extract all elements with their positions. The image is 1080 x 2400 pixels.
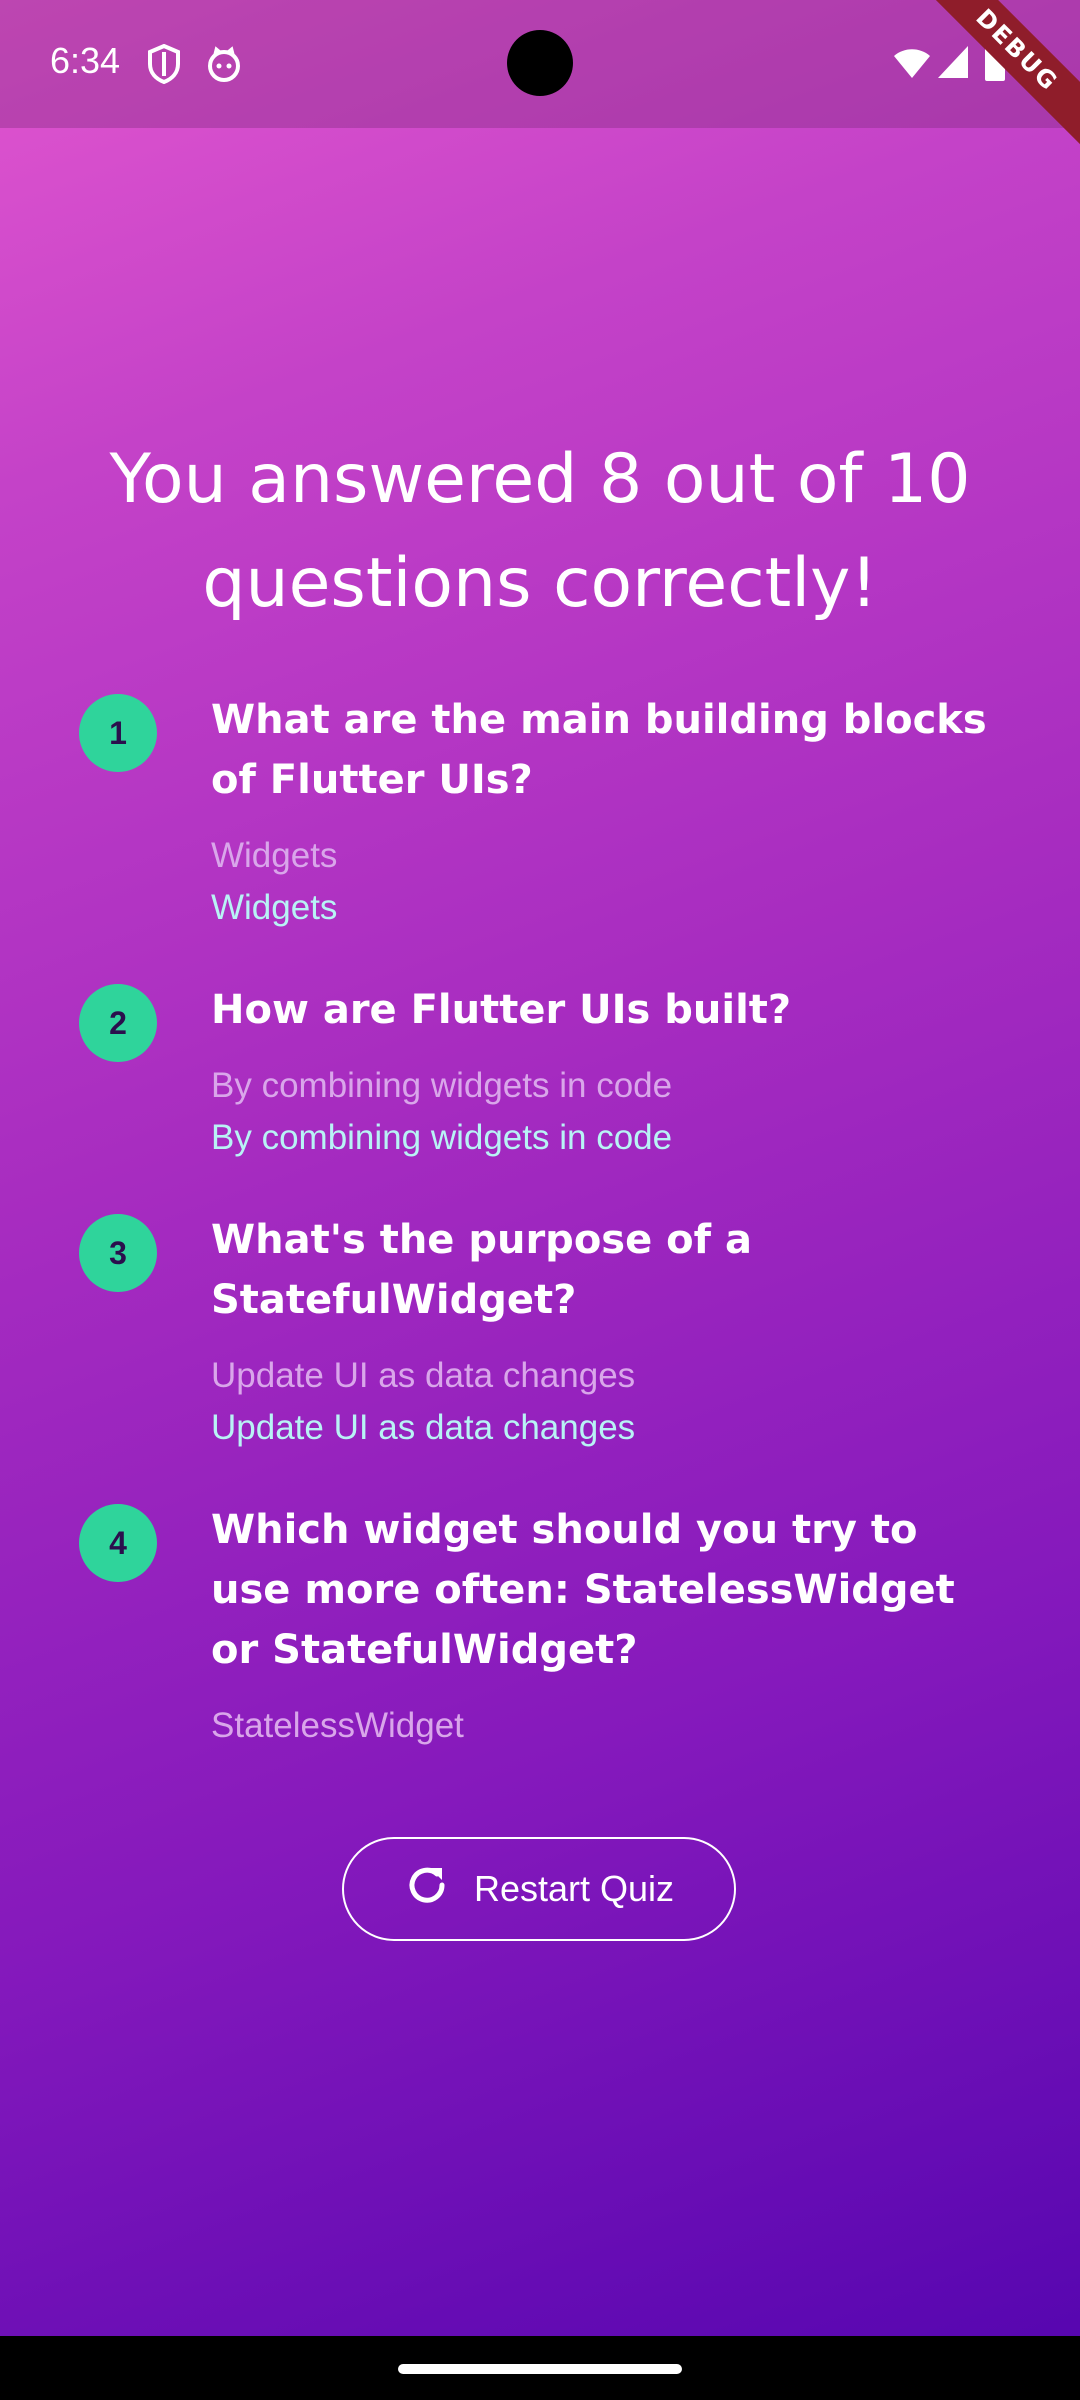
cat-icon <box>206 44 242 89</box>
results-headline: You answered 8 out of 10 questions corre… <box>109 439 971 623</box>
question-number-badge: 3 <box>79 1214 157 1292</box>
refresh-icon <box>404 1862 450 1917</box>
correct-answer: By combining widgets in code <box>211 1118 673 1157</box>
summary-item: 3 What's the purpose of a StatefulWidget… <box>0 1210 1080 1454</box>
summary-item: 4 Which widget should you try to use mor… <box>0 1500 1080 1752</box>
question-text: How are Flutter UIs built? <box>211 987 792 1033</box>
home-gesture-handle[interactable] <box>398 2364 682 2374</box>
question-number-badge: 4 <box>79 1504 157 1582</box>
user-answer: By combining widgets in code <box>211 1066 673 1105</box>
restart-quiz-button[interactable]: Restart Quiz <box>342 1837 736 1941</box>
user-answer: StatelessWidget <box>211 1706 464 1745</box>
shield-icon <box>146 43 182 89</box>
results-screen: 6:34 DEBUG You answered 8 out of 10 ques… <box>0 0 1080 2336</box>
status-time: 6:34 <box>50 40 121 81</box>
status-bar: 6:34 <box>0 0 1080 128</box>
question-text: What are the main building blocks of Flu… <box>211 697 987 803</box>
correct-answer: Widgets <box>211 888 338 927</box>
correct-answer: Update UI as data changes <box>211 1408 636 1447</box>
question-text: What's the purpose of a StatefulWidget? <box>211 1217 752 1323</box>
question-number-badge: 1 <box>79 694 157 772</box>
signal-icon <box>936 44 970 85</box>
summary-item: 2 How are Flutter UIs built? By combinin… <box>0 980 1080 1164</box>
user-answer: Widgets <box>211 836 338 875</box>
wifi-icon <box>892 46 932 85</box>
answers-summary: 1 What are the main building blocks of F… <box>0 690 1080 1798</box>
restart-quiz-label: Restart Quiz <box>473 1868 675 1909</box>
user-answer: Update UI as data changes <box>211 1356 636 1395</box>
question-number-badge: 2 <box>79 984 157 1062</box>
camera-cutout <box>507 30 573 96</box>
question-text: Which widget should you try to use more … <box>211 1507 955 1673</box>
summary-item: 1 What are the main building blocks of F… <box>0 690 1080 934</box>
